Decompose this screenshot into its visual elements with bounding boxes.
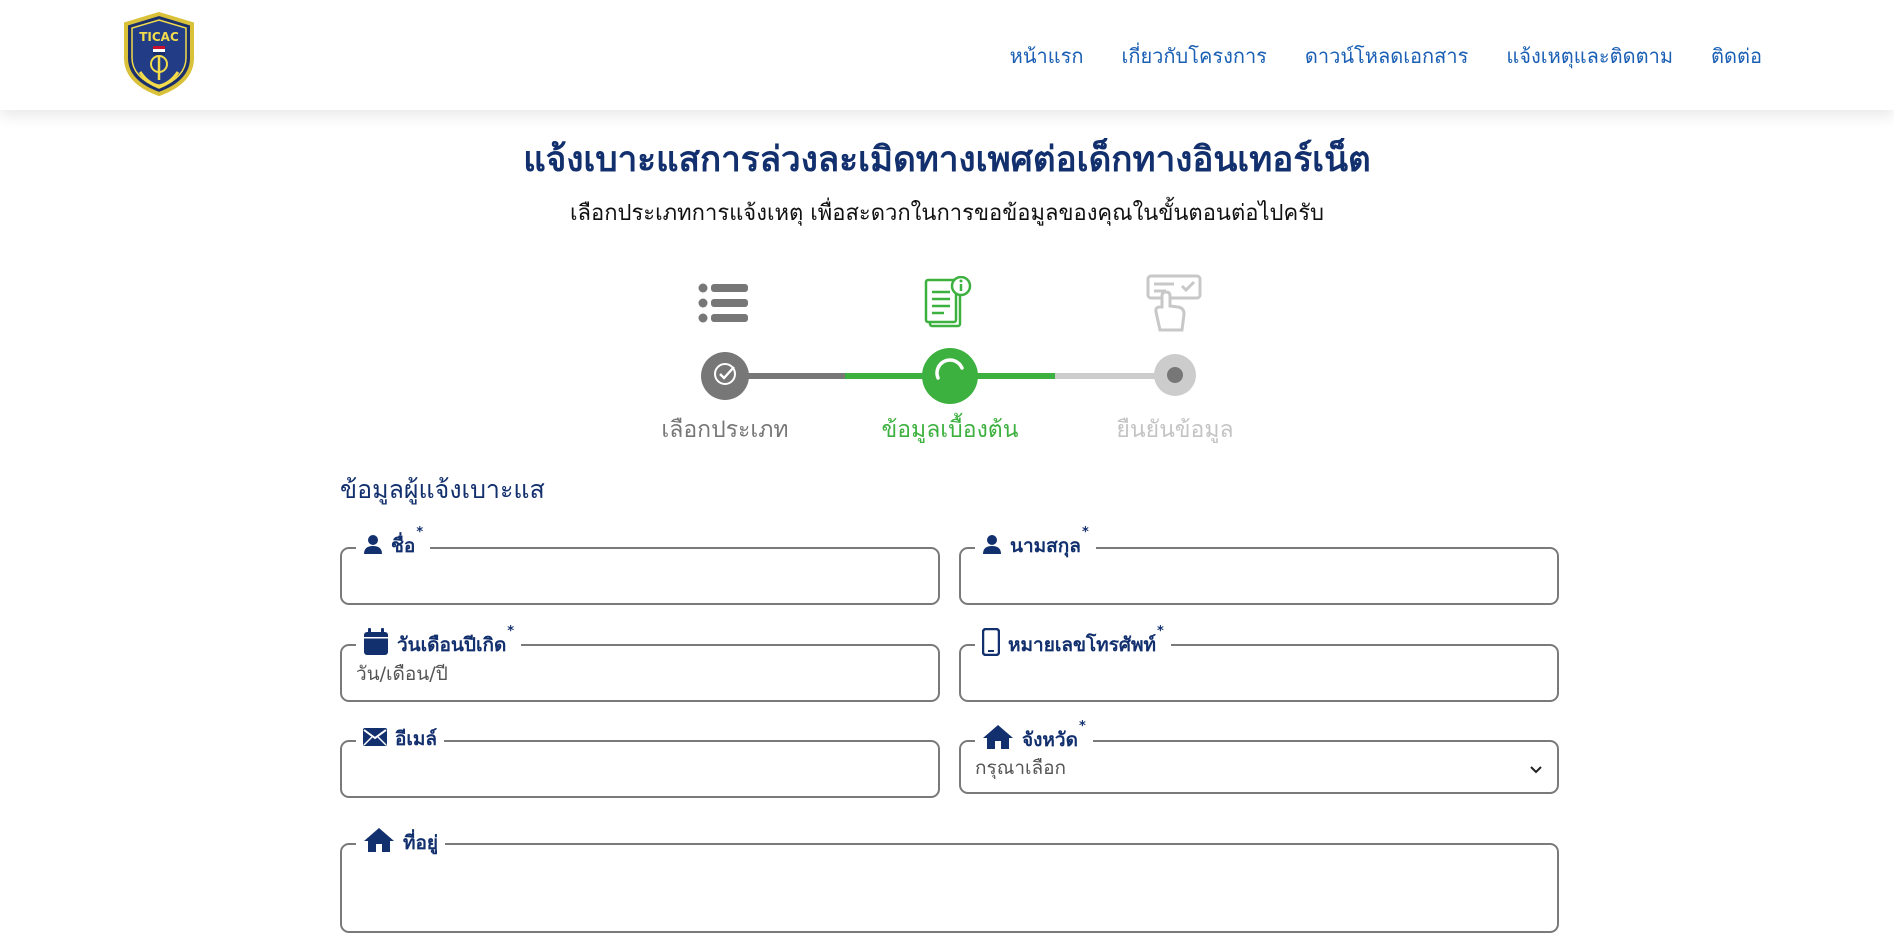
step-2-circle[interactable] xyxy=(922,348,978,404)
first-name-label: ชื่อ xyxy=(391,535,416,557)
step-3-circle[interactable] xyxy=(1154,354,1196,396)
email-input[interactable] xyxy=(356,756,924,784)
first-name-legend: ชื่อ* xyxy=(356,525,431,561)
email-legend: อีเมล์ xyxy=(356,724,445,754)
user-icon xyxy=(363,534,383,559)
ticac-logo[interactable]: TICAC xyxy=(118,11,200,97)
first-name-field: ชื่อ* xyxy=(340,525,940,605)
last-name-label: นามสกุล xyxy=(1010,535,1081,557)
main-nav: หน้าแรก เกี่ยวกับโครงการ ดาวน์โหลดเอกสาร… xyxy=(1010,40,1762,72)
envelope-icon xyxy=(363,727,387,751)
page-title: แจ้งเบาะแสการล่วงละเมิดทางเพศต่อเด็กทางอ… xyxy=(523,140,1371,180)
required-mark: * xyxy=(1157,623,1164,639)
last-name-input[interactable] xyxy=(975,563,1543,591)
check-circle-icon xyxy=(712,361,738,391)
site-header: TICAC หน้าแรก เกี่ยวกับโครงการ ดาวน์โหลด… xyxy=(0,0,1894,110)
step-line-1 xyxy=(745,373,845,379)
spinner-icon xyxy=(932,356,968,396)
section-title: ข้อมูลผู้แจ้งเบาะแส xyxy=(340,475,545,504)
user-icon xyxy=(982,534,1002,559)
chevron-down-icon xyxy=(1529,760,1543,779)
document-info-icon xyxy=(924,275,974,334)
address-legend: ที่อยู่ xyxy=(356,827,446,858)
address-input[interactable] xyxy=(356,859,1543,887)
birth-date-legend: วันเดือนปีเกิด* xyxy=(356,624,522,661)
required-mark: * xyxy=(1081,525,1089,540)
page-subtitle: เลือกประเภทการแจ้งเหตุ เพื่อสะดวกในการขอ… xyxy=(569,201,1324,226)
logo-text: TICAC xyxy=(139,30,179,44)
birth-date-field: วันเดือนปีเกิด* xyxy=(340,624,940,702)
nav-home[interactable]: หน้าแรก xyxy=(1010,40,1084,72)
province-label: จังหวัด xyxy=(1022,728,1078,751)
province-field: จังหวัด* กรุณาเลือก xyxy=(959,719,1559,794)
nav-report-track[interactable]: แจ้งเหตุและติดตาม xyxy=(1506,40,1673,72)
province-select[interactable]: กรุณาเลือก xyxy=(975,754,1543,782)
address-field: ที่อยู่ xyxy=(340,827,1559,933)
phone-field: หมายเลขโทรศัพท์* xyxy=(959,624,1559,702)
last-name-field: นามสกุล* xyxy=(959,525,1559,605)
phone-label: หมายเลขโทรศัพท์ xyxy=(1008,633,1157,656)
required-mark: * xyxy=(1078,718,1086,734)
hand-pointer-form-icon xyxy=(1144,274,1204,336)
required-mark: * xyxy=(416,525,424,540)
dot-icon xyxy=(1167,367,1183,383)
phone-input[interactable] xyxy=(975,660,1543,688)
email-label: อีเมล์ xyxy=(395,728,438,750)
address-label: ที่อยู่ xyxy=(403,831,439,854)
step-1-label: เลือกประเภท xyxy=(661,417,789,443)
nav-contact[interactable]: ติดต่อ xyxy=(1711,40,1762,72)
mobile-phone-icon xyxy=(981,627,1001,661)
email-field: อีเมล์ xyxy=(340,724,940,798)
nav-about[interactable]: เกี่ยวกับโครงการ xyxy=(1122,40,1267,72)
nav-download[interactable]: ดาวน์โหลดเอกสาร xyxy=(1305,40,1468,72)
list-icon xyxy=(698,283,750,327)
province-legend: จังหวัด* xyxy=(975,719,1093,755)
first-name-input[interactable] xyxy=(356,563,924,591)
step-3-label: ยืนยันข้อมูล xyxy=(1116,417,1234,443)
calendar-icon xyxy=(363,628,389,661)
birth-date-label: วันเดือนปีเกิด xyxy=(397,633,507,656)
birth-date-input[interactable] xyxy=(356,660,924,688)
required-mark: * xyxy=(507,623,515,639)
home-icon xyxy=(363,827,395,858)
home-icon xyxy=(982,724,1014,755)
last-name-legend: นามสกุล* xyxy=(975,525,1096,561)
step-1-circle[interactable] xyxy=(701,352,749,400)
step-2-label: ข้อมูลเบื้องต้น xyxy=(881,417,1019,443)
phone-legend: หมายเลขโทรศัพท์* xyxy=(975,624,1171,661)
